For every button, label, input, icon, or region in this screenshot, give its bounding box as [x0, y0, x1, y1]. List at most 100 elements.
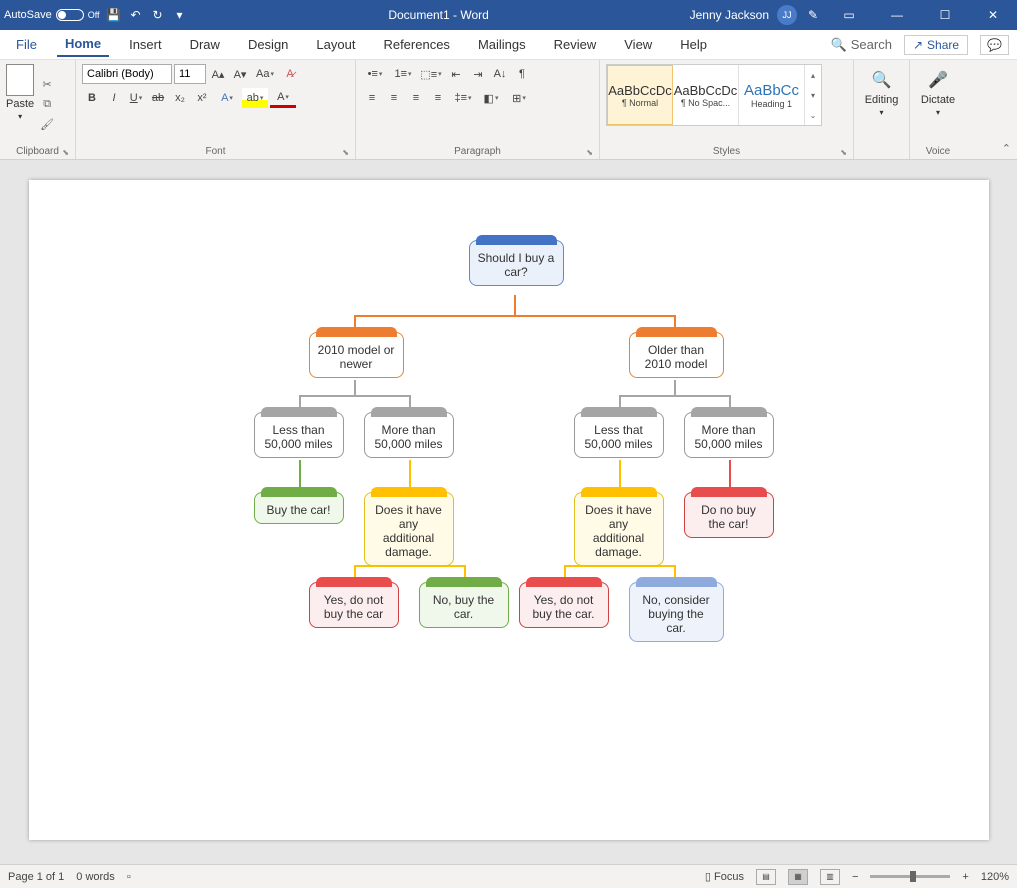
style-heading-1[interactable]: AaBbCc Heading 1	[739, 65, 805, 125]
avatar[interactable]: JJ	[777, 5, 797, 25]
tab-help[interactable]: Help	[672, 33, 715, 56]
zoom-level[interactable]: 120%	[981, 871, 1009, 883]
multilevel-list-icon[interactable]: ⬚≡	[418, 64, 444, 84]
tab-design[interactable]: Design	[240, 33, 296, 56]
dictate-button[interactable]: 🎤 Dictate ▾	[916, 64, 960, 121]
comments-button[interactable]: 💬	[980, 35, 1009, 55]
node-yes-dont-b[interactable]: Yes, do not buy the car.	[519, 582, 609, 628]
sort-icon[interactable]: A↓	[490, 64, 510, 84]
qat-more-icon[interactable]: ▾	[172, 7, 188, 23]
share-button[interactable]: ↗ Share	[904, 35, 968, 55]
node-less-50k-a[interactable]: Less than 50,000 miles	[254, 412, 344, 458]
copy-icon[interactable]: ⧉	[38, 96, 56, 112]
word-count[interactable]: 0 words	[76, 871, 115, 883]
web-layout-icon[interactable]: ▥	[820, 869, 840, 885]
autosave-toggle[interactable]: AutoSave Off	[4, 9, 100, 21]
ribbon-display-icon[interactable]: ▭	[829, 0, 869, 30]
read-mode-icon[interactable]: ▤	[756, 869, 776, 885]
proofing-icon[interactable]: ▫	[127, 871, 131, 883]
dialog-launcher-icon[interactable]: ⬊	[840, 148, 847, 157]
maximize-icon[interactable]: ☐	[925, 0, 965, 30]
node-more-50k-b[interactable]: More than 50,000 miles	[684, 412, 774, 458]
tab-file[interactable]: File	[8, 33, 45, 56]
numbering-icon[interactable]: 1≡	[390, 64, 416, 84]
tab-review[interactable]: Review	[546, 33, 605, 56]
coming-soon-icon[interactable]: ✎	[805, 7, 821, 23]
bold-button[interactable]: B	[82, 88, 102, 108]
shrink-font-icon[interactable]: A▾	[230, 64, 250, 84]
align-center-icon[interactable]: ≡	[384, 88, 404, 108]
line-spacing-icon[interactable]: ‡≡	[450, 88, 476, 108]
node-older-2010[interactable]: Older than 2010 model	[629, 332, 724, 378]
node-no-buy[interactable]: No, buy the car.	[419, 582, 509, 628]
paste-button[interactable]: Paste ▾	[6, 64, 34, 144]
style-no-spacing[interactable]: AaBbCcDc ¶ No Spac...	[673, 65, 739, 125]
zoom-in-button[interactable]: +	[962, 871, 968, 883]
toggle-off-icon	[56, 9, 84, 21]
align-right-icon[interactable]: ≡	[406, 88, 426, 108]
tab-view[interactable]: View	[616, 33, 660, 56]
grow-font-icon[interactable]: A▴	[208, 64, 228, 84]
style-normal[interactable]: AaBbCcDc ¶ Normal	[607, 65, 673, 125]
node-no-consider[interactable]: No, consider buying the car.	[629, 582, 724, 642]
node-buy-car[interactable]: Buy the car!	[254, 492, 344, 524]
decrease-indent-icon[interactable]: ⇤	[446, 64, 466, 84]
zoom-out-button[interactable]: −	[852, 871, 858, 883]
text-effects-icon[interactable]: A	[214, 88, 240, 108]
underline-button[interactable]: U	[126, 88, 146, 108]
format-painter-icon[interactable]: 🖌	[38, 116, 56, 132]
tab-mailings[interactable]: Mailings	[470, 33, 534, 56]
node-damage-b[interactable]: Does it have any additional damage.	[574, 492, 664, 566]
minimize-icon[interactable]: —	[877, 0, 917, 30]
justify-icon[interactable]: ≡	[428, 88, 448, 108]
close-icon[interactable]: ✕	[973, 0, 1013, 30]
page-number[interactable]: Page 1 of 1	[8, 871, 64, 883]
page[interactable]: Should I buy a car? 2010 model or newer …	[29, 180, 989, 840]
undo-icon[interactable]: ↶	[128, 7, 144, 23]
collapse-ribbon-icon[interactable]: ⌃	[1002, 142, 1011, 155]
italic-button[interactable]: I	[104, 88, 124, 108]
dialog-launcher-icon[interactable]: ⬊	[342, 148, 349, 157]
dialog-launcher-icon[interactable]: ⬊	[62, 148, 69, 157]
node-dont-buy[interactable]: Do no buy the car!	[684, 492, 774, 538]
node-root[interactable]: Should I buy a car?	[469, 240, 564, 286]
show-marks-icon[interactable]: ¶	[512, 64, 532, 84]
font-name-select[interactable]	[82, 64, 172, 84]
borders-icon[interactable]: ⊞	[506, 88, 532, 108]
strikethrough-button[interactable]: ab	[148, 88, 168, 108]
cut-icon[interactable]: ✂	[38, 76, 56, 92]
styles-gallery[interactable]: AaBbCcDc ¶ Normal AaBbCcDc ¶ No Spac... …	[606, 64, 822, 126]
node-yes-dont-a[interactable]: Yes, do not buy the car	[309, 582, 399, 628]
change-case-icon[interactable]: Aa	[252, 64, 278, 84]
print-layout-icon[interactable]: ▦	[788, 869, 808, 885]
bullets-icon[interactable]: •≡	[362, 64, 388, 84]
align-left-icon[interactable]: ≡	[362, 88, 382, 108]
tab-references[interactable]: References	[375, 33, 457, 56]
redo-icon[interactable]: ↻	[150, 7, 166, 23]
increase-indent-icon[interactable]: ⇥	[468, 64, 488, 84]
node-more-50k-a[interactable]: More than 50,000 miles	[364, 412, 454, 458]
font-size-select[interactable]	[174, 64, 206, 84]
tab-insert[interactable]: Insert	[121, 33, 170, 56]
tab-home[interactable]: Home	[57, 32, 109, 57]
clear-formatting-icon[interactable]: A̷	[280, 64, 300, 84]
save-icon[interactable]: 💾	[106, 7, 122, 23]
dialog-launcher-icon[interactable]: ⬊	[586, 148, 593, 157]
document-area[interactable]: Should I buy a car? 2010 model or newer …	[0, 160, 1017, 864]
highlight-icon[interactable]: ab	[242, 88, 268, 108]
styles-more-icon[interactable]: ▴▾⌄	[805, 65, 821, 125]
node-less-50k-b[interactable]: Less that 50,000 miles	[574, 412, 664, 458]
font-color-icon[interactable]: A	[270, 88, 296, 108]
zoom-slider[interactable]	[870, 875, 950, 878]
tab-draw[interactable]: Draw	[182, 33, 228, 56]
focus-mode-button[interactable]: ▯ Focus	[705, 870, 744, 883]
smartart-flowchart[interactable]: Should I buy a car? 2010 model or newer …	[69, 220, 949, 800]
editing-button[interactable]: 🔍 Editing ▾	[860, 64, 903, 121]
subscript-button[interactable]: x₂	[170, 88, 190, 108]
search-button[interactable]: 🔍 Search	[831, 37, 892, 53]
node-2010-newer[interactable]: 2010 model or newer	[309, 332, 404, 378]
tab-layout[interactable]: Layout	[308, 33, 363, 56]
superscript-button[interactable]: x²	[192, 88, 212, 108]
node-damage-a[interactable]: Does it have any additional damage.	[364, 492, 454, 566]
shading-icon[interactable]: ◧	[478, 88, 504, 108]
